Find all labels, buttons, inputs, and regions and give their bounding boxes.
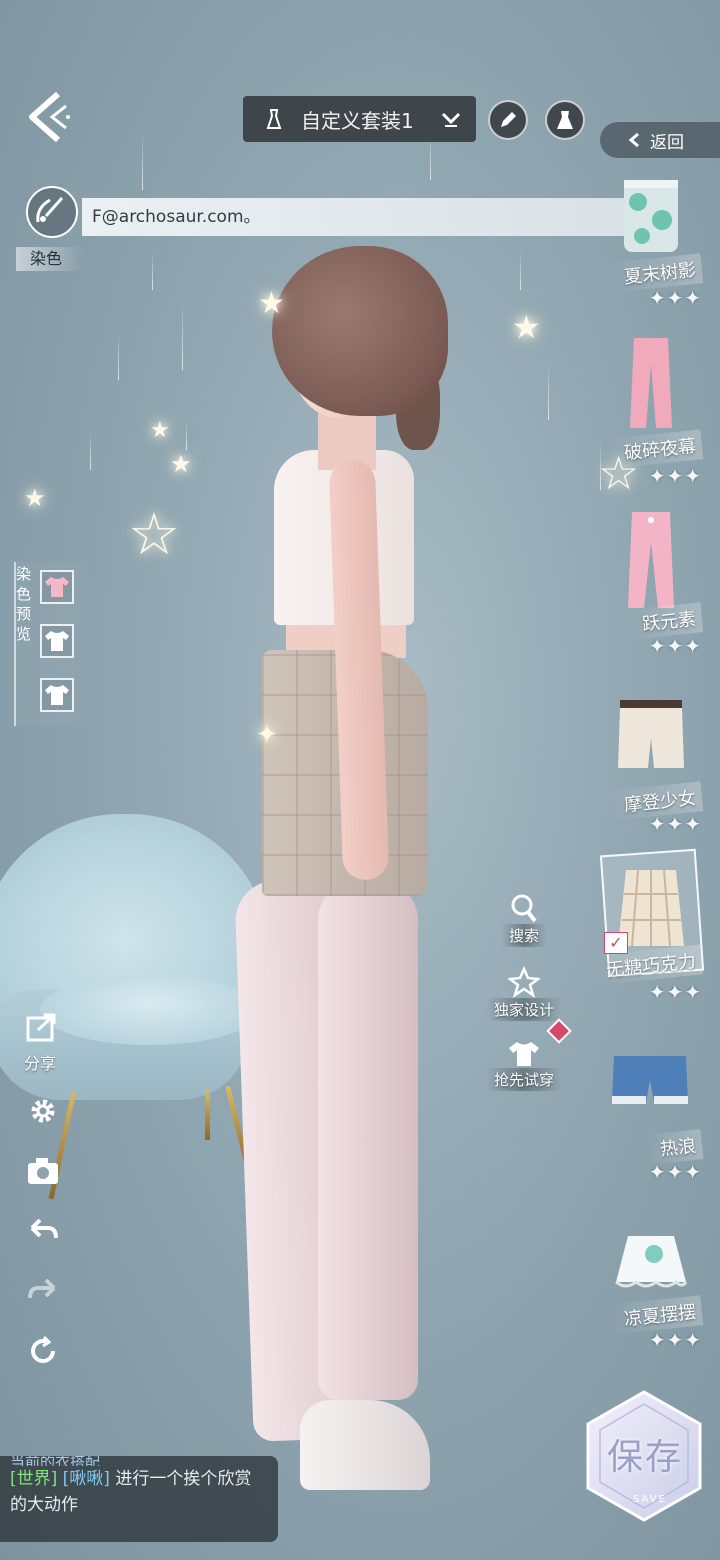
return-button[interactable]: 返回 xyxy=(600,122,720,158)
camera-icon[interactable] xyxy=(26,1154,60,1188)
pink-joggers-icon xyxy=(628,512,674,608)
pink-pants-icon xyxy=(630,338,672,428)
chat-previous-line: 当前的衣搭配 xyxy=(10,1456,101,1466)
search-icon xyxy=(511,894,537,923)
dress-icon xyxy=(266,109,282,129)
save-sub-label: SAVE xyxy=(633,1494,667,1505)
chat-channel: [世界] xyxy=(10,1469,58,1489)
white-shorts-icon xyxy=(618,700,684,768)
rarity-stars: ✦✦✦ xyxy=(648,1328,702,1352)
try-first-label: 抢先试穿 xyxy=(485,1068,562,1091)
exclusive-design-label: 独家设计 xyxy=(485,998,562,1021)
dye-brush-icon xyxy=(36,197,64,223)
outfit-dress-button[interactable] xyxy=(545,100,585,140)
search-button[interactable]: 搜索 xyxy=(484,892,564,947)
tshirt-icon xyxy=(509,1042,539,1066)
dye-swatch-2[interactable] xyxy=(40,624,74,658)
save-label: 保存 xyxy=(606,1437,683,1478)
dye-swatch-1[interactable] xyxy=(40,570,74,604)
try-first-button[interactable]: 抢先试穿 xyxy=(484,1040,564,1091)
selected-check-icon: ✓ xyxy=(604,932,628,954)
wardrobe-item[interactable]: 热浪 ✦✦✦ xyxy=(600,1050,720,1200)
dress-icon xyxy=(557,111,573,129)
tshirt-icon xyxy=(45,631,69,651)
settings-gear-icon[interactable] xyxy=(26,1094,60,1128)
outfit-name: 自定义套装1 xyxy=(301,108,414,133)
share-button[interactable]: 分享 xyxy=(24,1012,60,1074)
undo-icon[interactable] xyxy=(26,1214,60,1248)
chevron-down-icon xyxy=(441,112,461,127)
share-label: 分享 xyxy=(24,1054,57,1073)
dye-label: 染色 xyxy=(16,247,84,271)
dye-button[interactable] xyxy=(26,186,78,238)
denim-shorts-icon xyxy=(612,1056,688,1104)
item-name: 破碎夜幕 xyxy=(608,429,704,469)
exclusive-design-button[interactable]: 独家设计 xyxy=(484,966,572,1044)
rarity-stars: ✦✦✦ xyxy=(648,980,702,1004)
search-label: 搜索 xyxy=(500,924,547,947)
outfit-selector[interactable]: 自定义套装1 xyxy=(243,96,476,142)
rarity-stars: ✦✦✦ xyxy=(648,634,702,658)
chevron-left-icon xyxy=(628,132,639,148)
back-arrow-icon[interactable] xyxy=(22,88,74,146)
wardrobe-item[interactable]: 破碎夜幕 ✦✦✦ xyxy=(600,334,720,494)
rarity-stars: ✦✦✦ xyxy=(648,812,702,836)
edit-pen-button[interactable] xyxy=(488,100,528,140)
banner-text: F@archosaur.com。 xyxy=(92,207,261,227)
ruffle-skirt-icon xyxy=(615,1236,688,1288)
chat-box[interactable]: 当前的衣搭配 [世界] [啾啾] 进行一个挨个欣赏的大动作 xyxy=(0,1456,278,1542)
wardrobe-item[interactable]: 摩登少女 ✦✦✦ xyxy=(600,696,720,846)
wardrobe-item[interactable]: 凉夏摆摆 ✦✦✦ xyxy=(600,1228,720,1368)
wardrobe-item[interactable]: 夏末树影 ✦✦✦ xyxy=(600,176,720,316)
chat-user[interactable]: [啾啾] xyxy=(63,1469,110,1489)
rarity-stars: ✦✦✦ xyxy=(648,464,702,488)
tshirt-icon xyxy=(45,685,69,705)
reset-icon[interactable] xyxy=(26,1334,60,1368)
pen-icon xyxy=(501,112,516,127)
share-icon xyxy=(26,1013,56,1042)
star-outline-icon xyxy=(508,966,540,998)
floral-skirt-icon xyxy=(624,180,678,252)
dye-swatch-3[interactable] xyxy=(40,678,74,712)
rarity-stars: ✦✦✦ xyxy=(648,1160,702,1184)
notice-banner: F@archosaur.com。 xyxy=(82,198,624,236)
redo-icon[interactable] xyxy=(26,1274,60,1308)
wardrobe-item[interactable]: 跃元素 ✦✦✦ xyxy=(600,508,720,668)
tshirt-icon xyxy=(45,577,69,597)
rarity-stars: ✦✦✦ xyxy=(648,286,702,310)
return-label: 返回 xyxy=(650,132,684,153)
dye-preview-label: 染 色 预 览 xyxy=(16,565,32,643)
